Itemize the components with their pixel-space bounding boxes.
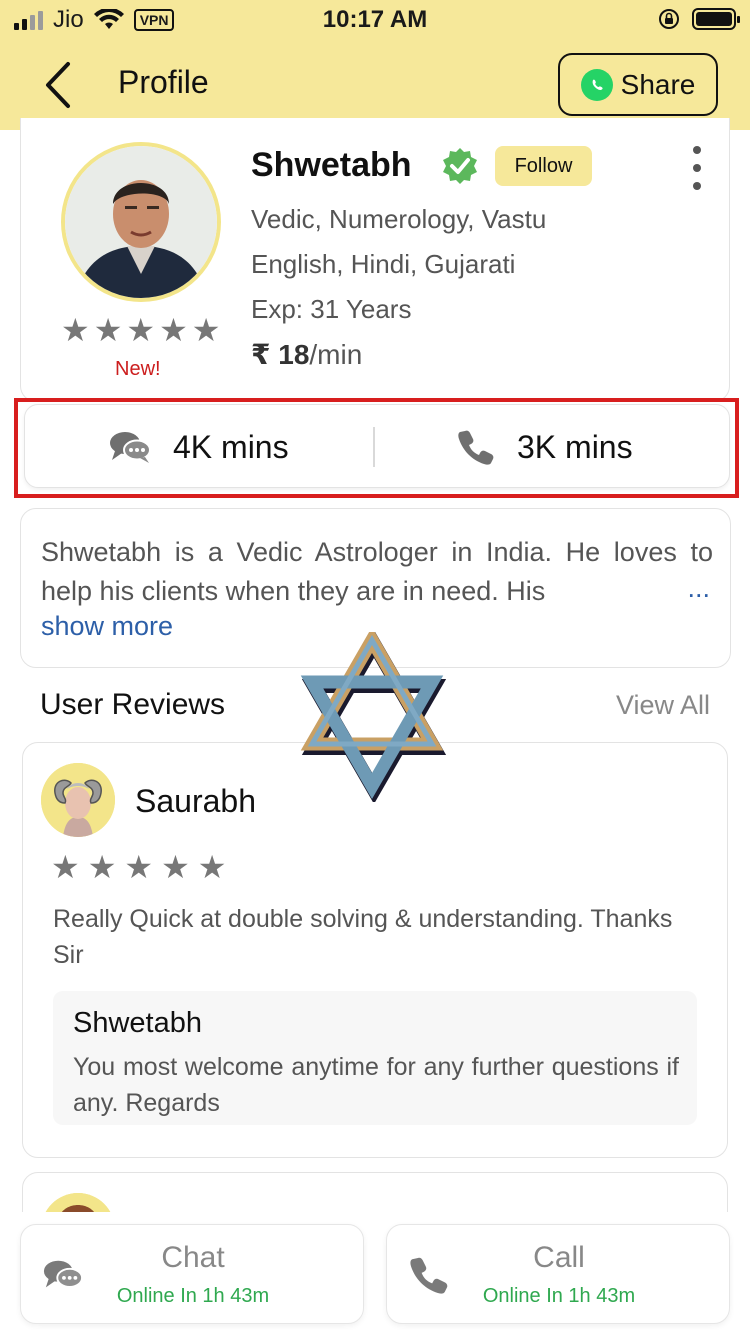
star-icon: ★ — [87, 849, 117, 885]
show-more-link[interactable]: show more — [41, 611, 173, 642]
call-minutes-value: 3K mins — [517, 428, 633, 465]
stats-card: 4K mins 3K mins — [24, 404, 730, 488]
battery-icon — [692, 8, 740, 30]
price-unit: /min — [309, 339, 363, 370]
star-icon: ★ — [93, 312, 123, 348]
chevron-left-icon — [46, 62, 70, 108]
chat-minutes-value: 4K mins — [173, 428, 289, 465]
astrologer-reply: Shwetabh You most welcome anytime for an… — [53, 991, 697, 1125]
star-of-david-icon — [300, 632, 447, 802]
more-options-icon[interactable] — [685, 146, 709, 190]
chat-bubbles-icon — [110, 432, 151, 463]
astrologer-languages: English, Hindi, Gujarati — [251, 249, 516, 279]
call-button[interactable]: Call Online In 1h 43m — [386, 1224, 730, 1324]
share-button[interactable]: Share — [558, 53, 718, 116]
astrologer-price: ₹ 18/min — [251, 338, 362, 371]
call-online-status: Online In 1h 43m — [482, 1285, 636, 1307]
profile-card: ★ ★ ★ ★ ★ New! Shwetabh Follow Vedic, Nu… — [20, 118, 730, 402]
astrologer-name: Shwetabh — [251, 146, 412, 184]
orientation-lock-icon — [659, 9, 679, 29]
header-bar: Jio VPN 10:17 AM Profile Share — [0, 0, 750, 130]
page-title: Profile — [118, 64, 209, 100]
star-icon: ★ — [159, 312, 188, 348]
chat-button[interactable]: Chat Online In 1h 43m — [20, 1224, 364, 1324]
aries-avatar-icon — [41, 763, 115, 837]
star-icon: ★ — [61, 312, 90, 348]
chat-minutes-stat: 4K mins — [109, 405, 289, 489]
astrologer-experience: Exp: 31 Years — [251, 294, 412, 324]
reviews-title: User Reviews — [40, 688, 226, 721]
chat-online-status: Online In 1h 43m — [116, 1285, 270, 1307]
astrologer-skills: Vedic, Numerology, Vastu — [251, 204, 547, 234]
stats-divider — [373, 427, 375, 467]
chat-label: Chat — [161, 1241, 225, 1274]
reply-author: Shwetabh — [73, 1007, 202, 1039]
profile-rating-stars: ★ ★ ★ ★ ★ — [61, 314, 220, 346]
status-bar: Jio VPN 10:17 AM — [0, 0, 750, 42]
about-ellipsis: ... — [687, 573, 710, 603]
astrologer-photo — [65, 146, 217, 298]
star-icon: ★ — [161, 849, 190, 885]
star-icon: ★ — [124, 849, 154, 885]
status-time: 10:17 AM — [322, 6, 428, 33]
bottom-action-bar: Chat Online In 1h 43m Call Online In 1h … — [0, 1212, 750, 1334]
review-text: Really Quick at double solving & underst… — [53, 905, 673, 969]
star-icon: ★ — [126, 312, 156, 348]
reviewer-avatar — [41, 763, 115, 837]
call-label: Call — [533, 1241, 585, 1274]
reply-text: You most welcome anytime for any further… — [73, 1053, 679, 1117]
phone-icon — [458, 430, 494, 465]
star-icon: ★ — [51, 849, 80, 885]
verified-badge-icon — [443, 148, 477, 184]
follow-button[interactable]: Follow — [495, 146, 592, 186]
back-button[interactable] — [36, 58, 80, 112]
status-right — [658, 8, 740, 30]
star-icon: ★ — [197, 849, 227, 885]
review-rating-stars: ★ ★ ★ ★ ★ — [51, 851, 226, 883]
about-text: Shwetabh is a Vedic Astrologer in India.… — [41, 537, 713, 606]
call-minutes-stat: 3K mins — [457, 405, 633, 489]
whatsapp-icon — [580, 68, 613, 101]
review-card: Saurabh ★ ★ ★ ★ ★ Really Quick at double… — [22, 742, 728, 1158]
price-amount: ₹ 18 — [251, 339, 310, 370]
reviewer-name: Saurabh — [135, 783, 256, 819]
star-icon: ★ — [191, 312, 221, 348]
new-badge: New! — [115, 358, 161, 380]
share-label: Share — [620, 68, 696, 100]
astrologer-avatar[interactable] — [61, 142, 221, 302]
view-all-reviews-link[interactable]: View All — [616, 690, 710, 721]
